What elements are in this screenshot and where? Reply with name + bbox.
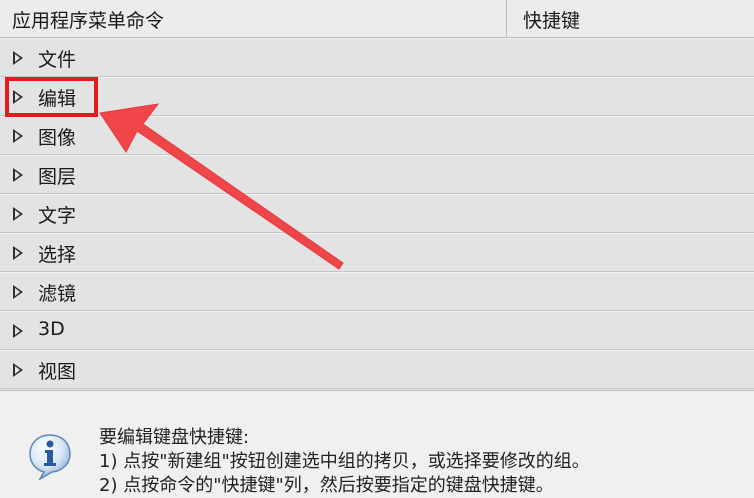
menu-row-view[interactable]: 视图 xyxy=(0,350,754,389)
info-text: 要编辑键盘快捷键: 1) 点按"新建组"按钮创建选中组的拷贝，或选择要修改的组。… xyxy=(99,426,590,498)
menu-row-label: 3D xyxy=(38,318,65,340)
info-panel: 要编辑键盘快捷键: 1) 点按"新建组"按钮创建选中组的拷贝，或选择要修改的组。… xyxy=(0,412,754,496)
menu-row-layer[interactable]: 图层 xyxy=(0,155,754,194)
expand-triangle-icon[interactable] xyxy=(13,207,23,221)
table-header: 应用程序菜单命令 快捷键 xyxy=(0,0,754,38)
expand-triangle-icon[interactable] xyxy=(13,51,23,65)
expand-triangle-icon[interactable] xyxy=(13,285,23,299)
menu-row-label: 滤镜 xyxy=(38,283,77,305)
expand-triangle-icon[interactable] xyxy=(13,363,23,377)
menu-row-filter[interactable]: 滤镜 xyxy=(0,272,754,311)
highlight-box xyxy=(5,77,98,117)
menu-row-label: 文件 xyxy=(38,49,77,71)
menu-row-label: 图像 xyxy=(38,127,77,149)
expand-triangle-icon[interactable] xyxy=(13,246,23,260)
menu-row-3d[interactable]: 3D xyxy=(0,311,754,350)
menu-command-list: 文件 编辑 图像 图层 文字 选择 滤镜 3D 视图 xyxy=(0,38,754,389)
shortcut-column-header[interactable]: 快捷键 xyxy=(507,0,754,37)
menu-row-label: 选择 xyxy=(38,244,77,266)
expand-triangle-icon[interactable] xyxy=(13,129,23,143)
menu-row-edit[interactable]: 编辑 xyxy=(0,77,754,116)
menu-row-file[interactable]: 文件 xyxy=(0,38,754,77)
menu-row-label: 文字 xyxy=(38,205,77,227)
command-column-label: 应用程序菜单命令 xyxy=(12,10,165,32)
info-step-1: 1) 点按"新建组"按钮创建选中组的拷贝，或选择要修改的组。 xyxy=(99,451,590,472)
menu-row-select[interactable]: 选择 xyxy=(0,233,754,272)
info-step-2: 2) 点按命令的"快捷键"列，然后按要指定的键盘快捷键。 xyxy=(99,475,554,496)
expand-triangle-icon[interactable] xyxy=(13,324,23,338)
menu-row-label: 图层 xyxy=(38,166,77,188)
info-icon xyxy=(29,434,71,480)
menu-row-type[interactable]: 文字 xyxy=(0,194,754,233)
shortcut-column-label: 快捷键 xyxy=(523,10,581,32)
menu-row-image[interactable]: 图像 xyxy=(0,116,754,155)
command-column-header[interactable]: 应用程序菜单命令 xyxy=(0,0,507,37)
expand-triangle-icon[interactable] xyxy=(13,168,23,182)
info-title: 要编辑键盘快捷键: xyxy=(99,427,250,448)
shortcut-table: 应用程序菜单命令 快捷键 文件 编辑 图像 图层 文字 选择 滤镜 3D 视图 xyxy=(0,0,754,391)
menu-row-label: 视图 xyxy=(38,361,77,383)
